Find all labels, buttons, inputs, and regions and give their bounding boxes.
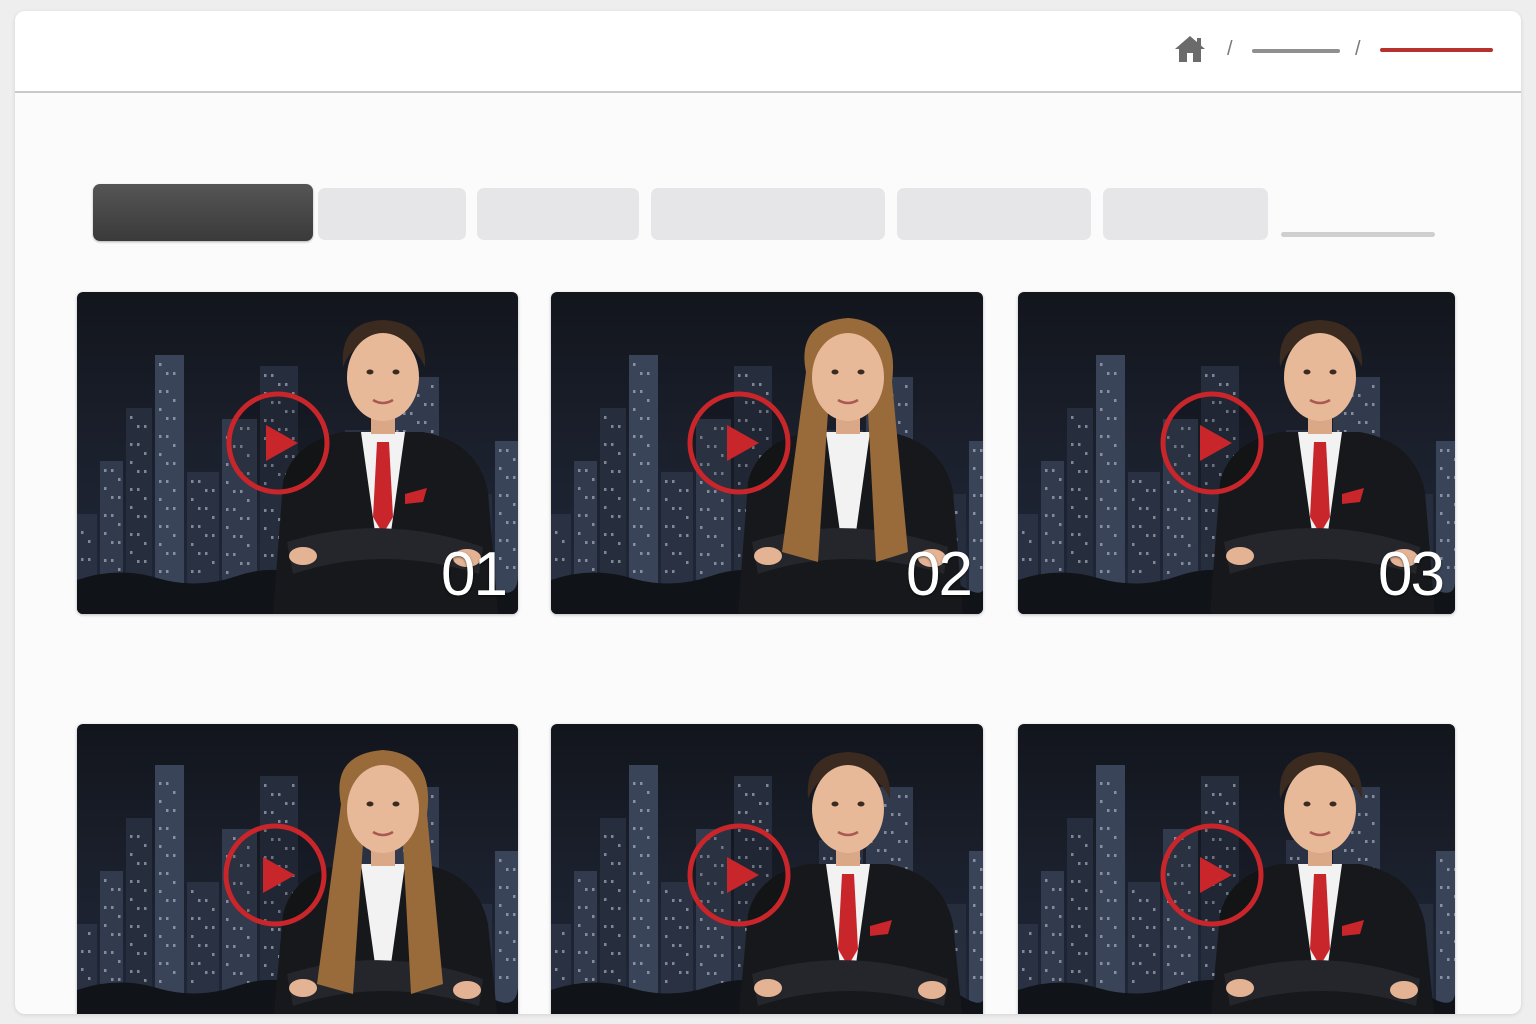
video-card[interactable] bbox=[551, 724, 983, 1014]
breadcrumb-section[interactable] bbox=[1252, 49, 1340, 53]
tab-2[interactable] bbox=[318, 188, 466, 240]
video-card[interactable]: 02 bbox=[551, 292, 983, 614]
play-icon[interactable] bbox=[221, 821, 329, 929]
play-icon[interactable] bbox=[685, 389, 793, 497]
video-number: 03 bbox=[1378, 540, 1445, 609]
tab-4[interactable] bbox=[651, 188, 885, 240]
video-number: 01 bbox=[441, 540, 508, 609]
play-icon[interactable] bbox=[224, 389, 332, 497]
tab-more[interactable] bbox=[1281, 232, 1435, 237]
video-card[interactable]: 01 bbox=[77, 292, 518, 614]
play-icon[interactable] bbox=[1158, 389, 1266, 497]
play-icon[interactable] bbox=[1158, 821, 1266, 929]
app-window: / / 01 02 03 bbox=[15, 11, 1521, 1014]
top-bar: / / bbox=[15, 11, 1521, 93]
tab-5[interactable] bbox=[897, 188, 1091, 240]
breadcrumb-separator: / bbox=[1355, 38, 1361, 60]
breadcrumb-current[interactable] bbox=[1380, 48, 1493, 52]
video-card[interactable] bbox=[77, 724, 518, 1014]
tab-6[interactable] bbox=[1103, 188, 1268, 240]
video-number: 02 bbox=[906, 540, 973, 609]
breadcrumb-separator: / bbox=[1227, 38, 1233, 60]
tab-3[interactable] bbox=[477, 188, 639, 240]
video-card[interactable] bbox=[1018, 724, 1455, 1014]
video-card[interactable]: 03 bbox=[1018, 292, 1455, 614]
tab-1[interactable] bbox=[93, 184, 313, 241]
play-icon[interactable] bbox=[685, 821, 793, 929]
home-icon[interactable] bbox=[1173, 33, 1207, 65]
